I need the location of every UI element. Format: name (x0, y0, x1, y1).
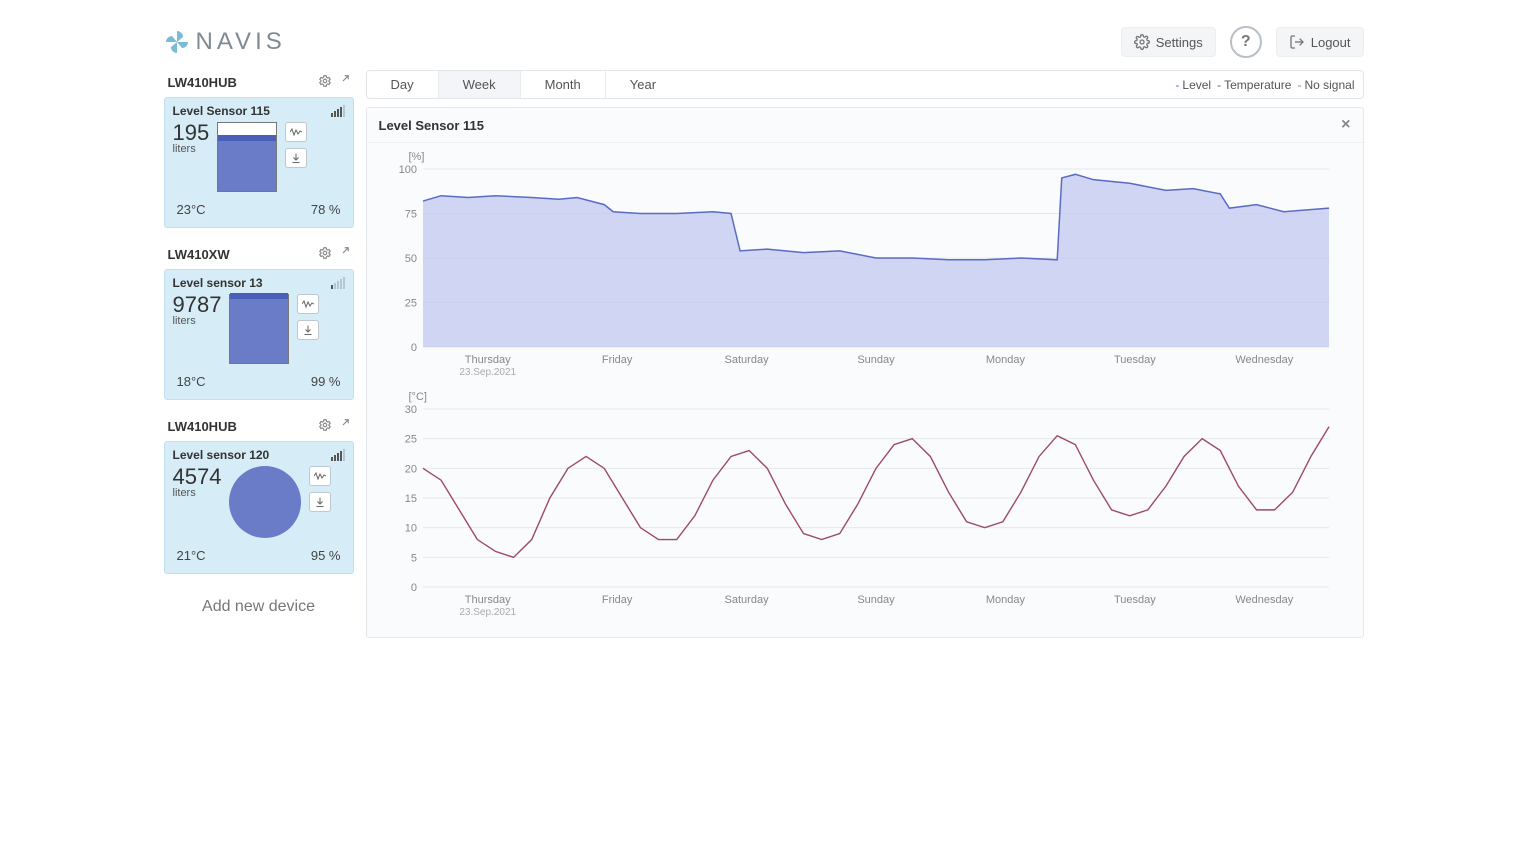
svg-text:23.Sep.2021: 23.Sep.2021 (459, 367, 516, 378)
svg-text:23.Sep.2021: 23.Sep.2021 (459, 607, 516, 618)
download-icon[interactable] (285, 148, 307, 168)
brand-logo: NAVIS (164, 28, 286, 56)
volume-readout: 9787liters (173, 294, 222, 327)
svg-text:25: 25 (404, 434, 416, 446)
volume-readout: 195liters (173, 122, 210, 155)
add-device-button[interactable]: Add new device (164, 588, 354, 626)
svg-text:75: 75 (404, 209, 416, 221)
logout-label: Logout (1311, 35, 1351, 50)
svg-text:Wednesday: Wednesday (1235, 594, 1293, 606)
settings-button[interactable]: Settings (1121, 27, 1216, 57)
temperature-readout: 21°C (177, 548, 206, 563)
temperature-chart: 0 5 10 15 20 25 30 Thursday23.Sep.2021 Friday Sat… (379, 403, 1339, 623)
timerange-tabs: DayWeekMonthYear -Level -Temperature -No… (366, 70, 1364, 99)
brand-name: NAVIS (196, 28, 286, 56)
waveform-icon[interactable] (297, 294, 319, 314)
timerange-tab-year[interactable]: Year (606, 71, 680, 98)
sensor-card[interactable]: Level sensor 13 9787liters 18°C 99 % (164, 269, 354, 400)
volume-readout: 4574liters (173, 466, 222, 499)
svg-text:Monday: Monday (985, 354, 1025, 366)
download-icon[interactable] (309, 492, 331, 512)
temperature-readout: 23°C (177, 202, 206, 217)
sensor-title: Level Sensor 115 (173, 104, 270, 118)
group-name: LW410XW (168, 247, 230, 262)
device-sidebar: LW410HUB Level Sensor 115 195liters (164, 70, 354, 638)
sensor-card[interactable]: Level Sensor 115 195liters 23°C 78 % (164, 97, 354, 228)
svg-text:Thursday: Thursday (464, 354, 510, 366)
waveform-icon[interactable] (309, 466, 331, 486)
panel-title: Level Sensor 115 (379, 118, 485, 133)
svg-text:50: 50 (404, 253, 416, 265)
sensor-title: Level sensor 120 (173, 448, 270, 462)
legend-nosignal: -No signal (1297, 78, 1354, 92)
svg-text:10: 10 (404, 523, 416, 535)
expand-icon[interactable] (336, 74, 350, 91)
temp-chart-ylabel: [°C] (409, 391, 1351, 403)
gear-icon (1134, 34, 1150, 50)
svg-text:20: 20 (404, 463, 416, 475)
tank-gauge-icon (229, 294, 289, 364)
tank-gauge-icon (229, 466, 301, 538)
svg-text:Tuesday: Tuesday (1113, 354, 1155, 366)
level-percent-readout: 99 % (311, 374, 341, 389)
add-device-label: Add new device (202, 598, 315, 615)
question-icon: ? (1241, 33, 1251, 51)
svg-text:Friday: Friday (601, 354, 632, 366)
main-panel: DayWeekMonthYear -Level -Temperature -No… (366, 70, 1364, 638)
svg-text:Sunday: Sunday (857, 594, 895, 606)
signal-icon (331, 277, 345, 289)
svg-text:30: 30 (404, 404, 416, 416)
svg-text:25: 25 (404, 298, 416, 310)
settings-label: Settings (1156, 35, 1203, 50)
help-button[interactable]: ? (1230, 26, 1262, 58)
group-name: LW410HUB (168, 75, 237, 90)
expand-icon[interactable] (336, 418, 350, 435)
svg-text:0: 0 (410, 582, 416, 594)
chart-legend: -Level -Temperature -No signal (1175, 78, 1362, 92)
logout-button[interactable]: Logout (1276, 27, 1364, 57)
expand-icon[interactable] (336, 246, 350, 263)
signal-icon (331, 105, 345, 117)
navis-pinwheel-icon (164, 29, 190, 55)
device-group: LW410HUB Level sensor 120 4574liters (164, 414, 354, 574)
svg-text:Wednesday: Wednesday (1235, 354, 1293, 366)
gear-icon[interactable] (318, 74, 332, 91)
signal-icon (331, 449, 345, 461)
svg-text:Sunday: Sunday (857, 354, 895, 366)
sensor-card[interactable]: Level sensor 120 4574liters 21°C 95 % (164, 441, 354, 574)
svg-text:0: 0 (410, 342, 416, 354)
gear-icon[interactable] (318, 418, 332, 435)
waveform-icon[interactable] (285, 122, 307, 142)
close-panel-button[interactable]: × (1341, 116, 1350, 134)
download-icon[interactable] (297, 320, 319, 340)
svg-text:100: 100 (398, 164, 416, 176)
group-name: LW410HUB (168, 419, 237, 434)
legend-temperature: -Temperature (1217, 78, 1291, 92)
level-chart: 0 25 50 75 100 Thursday23.Sep.2021 Friday Satur… (379, 163, 1339, 383)
logout-icon (1289, 34, 1305, 50)
svg-text:Thursday: Thursday (464, 594, 510, 606)
timerange-tab-week[interactable]: Week (439, 71, 521, 98)
svg-text:Tuesday: Tuesday (1113, 594, 1155, 606)
level-percent-readout: 95 % (311, 548, 341, 563)
svg-text:Saturday: Saturday (724, 594, 769, 606)
sensor-title: Level sensor 13 (173, 276, 263, 290)
svg-text:15: 15 (404, 493, 416, 505)
svg-text:Monday: Monday (985, 594, 1025, 606)
svg-text:Friday: Friday (601, 594, 632, 606)
device-group: LW410XW Level sensor 13 9787liters (164, 242, 354, 400)
tank-gauge-icon (217, 122, 277, 192)
chart-panel: Level Sensor 115 × [%] 0255075100Thursda… (366, 107, 1364, 638)
legend-level: -Level (1175, 78, 1211, 92)
device-group: LW410HUB Level Sensor 115 195liters (164, 70, 354, 228)
timerange-tab-day[interactable]: Day (367, 71, 439, 98)
level-chart-ylabel: [%] (409, 151, 1351, 163)
temperature-readout: 18°C (177, 374, 206, 389)
svg-text:Saturday: Saturday (724, 354, 769, 366)
timerange-tab-month[interactable]: Month (521, 71, 606, 98)
svg-text:5: 5 (410, 552, 416, 564)
gear-icon[interactable] (318, 246, 332, 263)
level-percent-readout: 78 % (311, 202, 341, 217)
app-header: NAVIS Settings ? Logout (164, 20, 1364, 70)
